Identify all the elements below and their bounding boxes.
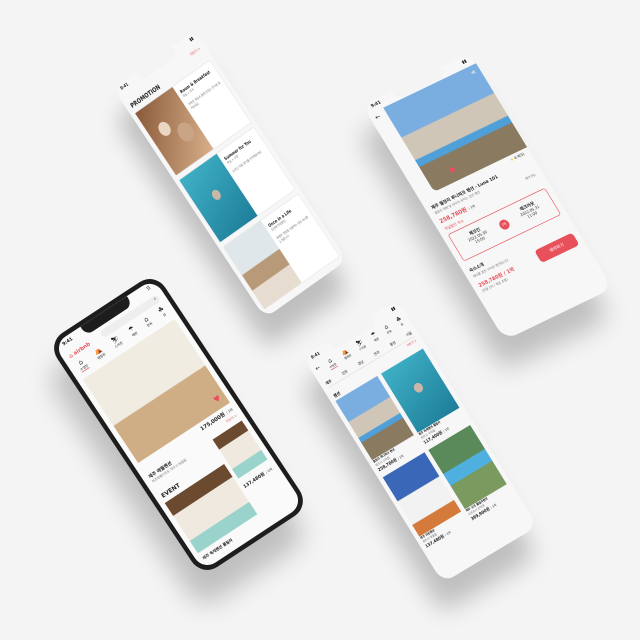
price-per: / 1박: [489, 503, 498, 510]
featured-photo[interactable]: ♥: [82, 319, 230, 463]
search-icon: ⌕: [152, 295, 158, 302]
price-per: / 1박: [442, 427, 451, 434]
home-phone-frame: 9:41 ☰ ⌂ airbnb ⌕ ⌂ 수영장 ⛺ 캠핑장 ⛷ 스키장 ☂ 해변 ⌂ 한옥 …: [47, 272, 310, 577]
battery-icon: ▮▮: [460, 58, 468, 65]
region-tab[interactable]: 경남: [356, 359, 365, 367]
heart-icon[interactable]: ♥: [212, 393, 223, 405]
category-item[interactable]: ☘ 섬: [157, 305, 169, 319]
time: 9:41: [119, 81, 130, 92]
category-item[interactable]: ⛷ 스키장: [110, 334, 124, 350]
price-per: / 1박: [467, 204, 477, 211]
back-arrow-icon[interactable]: ←: [374, 113, 382, 121]
time: 9:41: [369, 99, 382, 109]
region-tab[interactable]: 전라: [373, 349, 381, 357]
category-item[interactable]: ⌂ 수영장: [75, 357, 90, 373]
category-item[interactable]: ⌂ 한옥: [142, 315, 154, 329]
book-button[interactable]: 예약하기: [534, 232, 580, 264]
time: 9:41: [61, 336, 74, 347]
battery-icon: ▮▮: [389, 305, 397, 313]
category-label: 해변: [373, 337, 380, 343]
category-label: 섬: [400, 322, 405, 328]
promotion-screen: 9:41 ▮▮ 더보기 > PROMOTION Room & Breakfast 객…: [113, 30, 348, 319]
category-item[interactable]: ⌂ 수영장: [324, 356, 338, 371]
region-tab[interactable]: 강원: [340, 368, 349, 376]
category-item[interactable]: ☂ 해변: [127, 325, 139, 339]
category-item[interactable]: ☘ 섬: [395, 315, 406, 328]
listing-grid: 월정리 루나파크 펜션 제주시 구좌읍 258,780원 / 1박 제주 독채펜션 …: [335, 348, 514, 550]
region-tab[interactable]: 제주: [324, 378, 333, 386]
price-per: / 1박: [444, 530, 452, 538]
availability: 예약가능: [524, 173, 537, 182]
region-tab[interactable]: 서울: [405, 330, 413, 338]
category-item[interactable]: ⛺ 캠핑장: [92, 346, 107, 361]
detail-screen: 9:41 ▮▮ ← ⋖ ♥ ★ 4.4(5) 제주 월정리 루나파크 펜션 - L…: [362, 53, 613, 341]
event-price: 137,480원: [242, 471, 266, 490]
category-item[interactable]: ⛷ 스키장: [355, 338, 368, 352]
category-item[interactable]: ⌂ 한옥: [382, 323, 393, 336]
share-icon[interactable]: ⋖: [469, 69, 477, 77]
price-per: / 1박: [264, 467, 274, 475]
back-arrow-icon[interactable]: ←: [314, 364, 322, 372]
event-photo[interactable]: [164, 464, 258, 554]
category-label: 한옥: [146, 321, 154, 329]
category-label: 섬: [162, 312, 167, 318]
checkout[interactable]: 체크아웃 2022.05.31 11:00: [501, 189, 560, 236]
category-label: 한옥: [386, 329, 393, 336]
category-label: 해변: [131, 331, 139, 338]
category-item[interactable]: ☂ 해변: [370, 331, 381, 344]
heart-icon[interactable]: ♥: [448, 165, 459, 176]
region-tab[interactable]: 충청: [389, 339, 397, 347]
time: 9:41: [310, 350, 321, 361]
home-screen: 9:41 ☰ ⌂ airbnb ⌕ ⌂ 수영장 ⛺ 캠핑장 ⛷ 스키장 ☂ 해변 ⌂ 한옥 …: [53, 278, 304, 571]
list-screen: 9:41 ▮▮ ← ⌂ 수영장 ⛺ 캠핑장 ⛷ 스키장 ☂ 해변 ⌂ 한옥 ☘ 섬 제주 강원 경…: [303, 300, 538, 583]
price-per: / 1박: [397, 454, 405, 461]
category-item[interactable]: ⛺ 캠핑장: [340, 347, 353, 361]
more-link[interactable]: 더보기 >: [188, 46, 201, 58]
menu-icon[interactable]: ☰: [145, 285, 151, 292]
battery-icon: ▮▮: [188, 35, 195, 43]
